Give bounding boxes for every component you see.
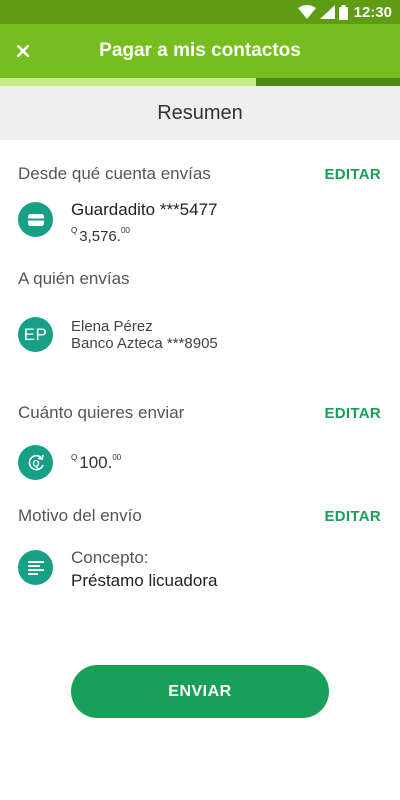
reason-section-label: Motivo del envío <box>18 506 142 525</box>
account-name: Guardadito ***5477 <box>71 200 218 219</box>
balance-main: 3,576. <box>79 228 121 245</box>
amount-cents: 00 <box>112 453 122 462</box>
account-icon-circle <box>18 202 53 237</box>
send-button[interactable]: ENVIAR <box>71 665 329 718</box>
amount-value: Q 100.00 <box>71 453 121 473</box>
recipient-bank: Banco Azteca ***8905 <box>71 335 218 352</box>
amount-section-label: Cuánto quieres enviar <box>18 403 185 422</box>
reason-icon-circle <box>18 550 53 585</box>
balance-currency: Q <box>71 226 78 235</box>
progress-bar <box>0 78 400 86</box>
amount-currency: Q <box>71 453 78 462</box>
close-button[interactable] <box>8 34 38 68</box>
recipient-section-label: A quién envías <box>18 269 130 288</box>
app-bar: Pagar a mis contactos <box>0 24 400 78</box>
amount-icon-circle: Q <box>18 445 53 480</box>
battery-icon <box>338 4 348 20</box>
concept-value: Préstamo licuadora <box>71 571 218 590</box>
edit-reason-button[interactable]: EDITAR <box>324 508 381 525</box>
status-icons: 12:30 <box>297 3 392 21</box>
card-icon <box>27 213 44 226</box>
signal-icon <box>319 5 335 19</box>
balance-cents: 00 <box>120 226 130 235</box>
recipient-name: Elena Pérez <box>71 318 153 335</box>
amount-main: 100. <box>79 453 113 472</box>
currency-cycle-icon: Q <box>28 454 44 470</box>
page-title: Pagar a mis contactos <box>99 40 301 61</box>
edit-account-button[interactable]: EDITAR <box>324 166 381 183</box>
status-time: 12:30 <box>353 3 392 21</box>
edit-amount-button[interactable]: EDITAR <box>324 405 381 422</box>
svg-text:Q: Q <box>32 458 39 468</box>
concept-label: Concepto: <box>71 548 149 567</box>
summary-header: Resumen <box>0 86 400 140</box>
avatar-initials: EP <box>23 324 48 344</box>
text-lines-icon <box>27 560 44 575</box>
avatar: EP <box>18 317 53 352</box>
progress-bar-fill <box>0 78 256 86</box>
wifi-icon <box>297 5 316 19</box>
status-bar: 12:30 <box>0 0 400 24</box>
account-section-label: Desde qué cuenta envías <box>18 164 211 183</box>
account-balance: Q 3,576.00 <box>71 226 130 245</box>
close-icon <box>17 45 29 57</box>
